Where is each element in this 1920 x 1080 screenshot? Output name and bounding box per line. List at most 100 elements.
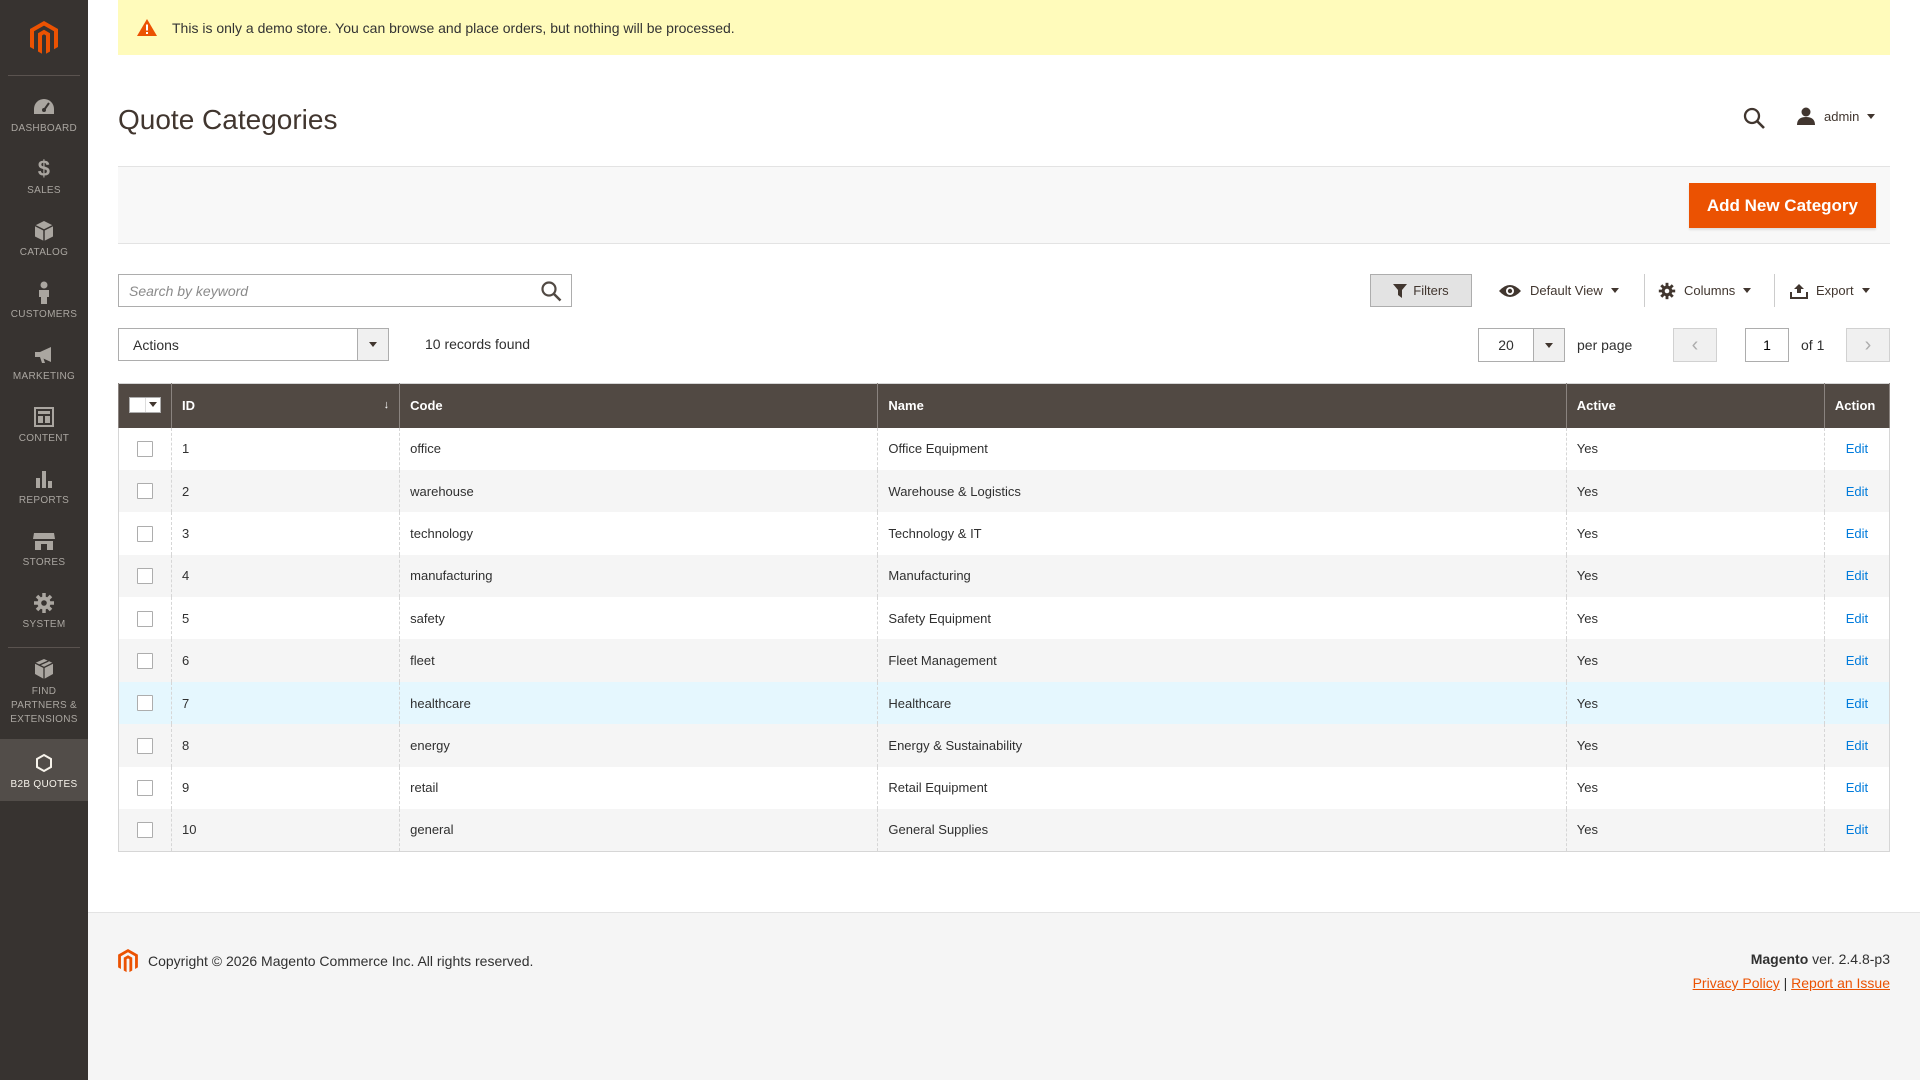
edit-link[interactable]: Edit bbox=[1846, 441, 1868, 456]
edit-link[interactable]: Edit bbox=[1846, 696, 1868, 711]
edit-link[interactable]: Edit bbox=[1846, 738, 1868, 753]
row-select-cell bbox=[117, 681, 173, 725]
row-checkbox[interactable] bbox=[137, 780, 153, 797]
demo-notice: This is only a demo store. You can brows… bbox=[118, 0, 1890, 55]
row-checkbox[interactable] bbox=[137, 652, 153, 669]
sidebar-item-sales[interactable]: $ SALES bbox=[0, 145, 88, 207]
column-header-name[interactable]: Name bbox=[877, 383, 1567, 428]
row-select-cell bbox=[117, 724, 173, 767]
name-cell: Safety Equipment bbox=[877, 597, 1567, 640]
current-page-input[interactable] bbox=[1745, 328, 1789, 362]
export-dropdown[interactable]: Export bbox=[1790, 274, 1870, 307]
version-text: ver. 2.4.8-p3 bbox=[1812, 951, 1890, 967]
search-submit-button[interactable] bbox=[531, 275, 571, 306]
row-checkbox[interactable] bbox=[137, 483, 153, 500]
row-checkbox[interactable] bbox=[137, 440, 153, 457]
add-new-category-button[interactable]: Add New Category bbox=[1688, 183, 1876, 228]
table-row[interactable]: 4 manufacturing Manufacturing Yes Edit bbox=[117, 554, 1891, 598]
active-cell: Yes bbox=[1565, 469, 1825, 513]
sidebar-item-label: EXTENSIONS bbox=[10, 713, 78, 725]
table-row[interactable]: 8 energy Energy & Sustainability Yes Edi… bbox=[117, 724, 1891, 767]
sidebar-item-marketing[interactable]: MARKETING bbox=[0, 331, 88, 393]
per-page-label: per page bbox=[1577, 337, 1633, 353]
id-cell: 9 bbox=[171, 766, 401, 810]
name-cell: Manufacturing bbox=[877, 554, 1567, 598]
table-row[interactable]: 3 technology Technology & IT Yes Edit bbox=[117, 512, 1891, 555]
row-checkbox[interactable] bbox=[137, 822, 153, 839]
column-header-active[interactable]: Active bbox=[1565, 383, 1825, 428]
privacy-policy-link[interactable]: Privacy Policy bbox=[1693, 975, 1780, 991]
sidebar-item-label: CONTENT bbox=[18, 432, 70, 444]
row-select-cell bbox=[117, 639, 173, 682]
edit-link[interactable]: Edit bbox=[1846, 611, 1868, 626]
code-cell: retail bbox=[399, 766, 879, 810]
row-checkbox[interactable] bbox=[137, 610, 153, 627]
sidebar-item-catalog[interactable]: CATALOG bbox=[0, 207, 88, 269]
row-select-cell bbox=[117, 809, 173, 852]
chevron-down-icon bbox=[357, 329, 388, 360]
code-cell: fleet bbox=[399, 639, 879, 682]
table-row[interactable]: 7 healthcare Healthcare Yes Edit bbox=[117, 681, 1891, 725]
layout-icon bbox=[32, 405, 56, 429]
filters-button[interactable]: Filters bbox=[1370, 274, 1472, 307]
search-input[interactable] bbox=[119, 275, 531, 306]
edit-link[interactable]: Edit bbox=[1846, 822, 1868, 837]
next-page-button[interactable]: › bbox=[1846, 328, 1890, 362]
copyright: Copyright © 2026 Magento Commerce Inc. A… bbox=[118, 949, 533, 973]
mass-actions-select[interactable]: Actions bbox=[118, 328, 389, 361]
mass-select-checkbox[interactable] bbox=[129, 396, 161, 413]
row-checkbox[interactable] bbox=[137, 695, 153, 712]
megaphone-icon bbox=[32, 343, 56, 367]
sidebar-item-system[interactable]: SYSTEM bbox=[0, 579, 88, 641]
magento-logo-icon bbox=[30, 20, 58, 54]
default-view-dropdown[interactable]: Default View bbox=[1498, 274, 1619, 307]
action-cell: Edit bbox=[1823, 427, 1891, 470]
columns-dropdown[interactable]: Columns bbox=[1658, 274, 1752, 307]
sidebar-item-label: MARKETING bbox=[12, 370, 76, 382]
edit-link[interactable]: Edit bbox=[1846, 780, 1868, 795]
table-row[interactable]: 5 safety Safety Equipment Yes Edit bbox=[117, 597, 1891, 640]
sidebar-item-partners[interactable]: FIND PARTNERS & EXTENSIONS bbox=[8, 647, 80, 735]
column-header-id[interactable]: ID ↓ bbox=[171, 383, 401, 428]
id-cell: 6 bbox=[171, 639, 401, 682]
edit-link[interactable]: Edit bbox=[1846, 484, 1868, 499]
table-row[interactable]: 2 warehouse Warehouse & Logistics Yes Ed… bbox=[117, 469, 1891, 513]
sidebar-item-reports[interactable]: REPORTS bbox=[0, 455, 88, 517]
table-row[interactable]: 9 retail Retail Equipment Yes Edit bbox=[117, 766, 1891, 810]
gear-icon bbox=[32, 591, 56, 615]
action-cell: Edit bbox=[1823, 724, 1891, 767]
demo-notice-text: This is only a demo store. You can brows… bbox=[172, 19, 735, 36]
sidebar-item-label: REPORTS bbox=[18, 494, 70, 506]
edit-link[interactable]: Edit bbox=[1846, 653, 1868, 668]
chevron-down-icon bbox=[1610, 288, 1619, 293]
id-cell: 5 bbox=[171, 597, 401, 640]
edit-link[interactable]: Edit bbox=[1846, 526, 1868, 541]
sidebar-item-label: PARTNERS & bbox=[11, 699, 77, 711]
row-checkbox[interactable] bbox=[137, 525, 153, 542]
sidebar-item-content[interactable]: CONTENT bbox=[0, 393, 88, 455]
sidebar-item-label: CUSTOMERS bbox=[10, 308, 78, 320]
row-checkbox[interactable] bbox=[137, 568, 153, 585]
sidebar-item-stores[interactable]: STORES bbox=[0, 517, 88, 579]
previous-page-button[interactable]: ‹ bbox=[1673, 328, 1717, 362]
magento-logo[interactable] bbox=[8, 0, 80, 76]
sidebar-item-b2b-quotes[interactable]: B2B QUOTES bbox=[0, 739, 88, 801]
column-header-code[interactable]: Code bbox=[399, 383, 879, 428]
funnel-icon bbox=[1393, 283, 1408, 298]
table-row[interactable]: 6 fleet Fleet Management Yes Edit bbox=[117, 639, 1891, 682]
name-cell: Retail Equipment bbox=[877, 766, 1567, 810]
chevron-down-icon bbox=[1743, 288, 1752, 293]
per-page-select[interactable]: 20 bbox=[1478, 328, 1565, 362]
global-search-button[interactable] bbox=[1742, 106, 1766, 133]
edit-link[interactable]: Edit bbox=[1846, 568, 1868, 583]
report-issue-link[interactable]: Report an Issue bbox=[1791, 975, 1890, 991]
sidebar-item-dashboard[interactable]: DASHBOARD bbox=[0, 83, 88, 145]
admin-user-menu[interactable]: admin bbox=[1796, 106, 1876, 126]
table-row[interactable]: 1 office Office Equipment Yes Edit bbox=[117, 427, 1891, 470]
sidebar-item-label: SYSTEM bbox=[22, 618, 66, 630]
sidebar-item-customers[interactable]: CUSTOMERS bbox=[0, 269, 88, 331]
id-cell: 4 bbox=[171, 554, 401, 598]
table-row[interactable]: 10 general General Supplies Yes Edit bbox=[117, 809, 1891, 852]
column-header-action: Action bbox=[1823, 383, 1891, 428]
row-checkbox[interactable] bbox=[137, 737, 153, 754]
